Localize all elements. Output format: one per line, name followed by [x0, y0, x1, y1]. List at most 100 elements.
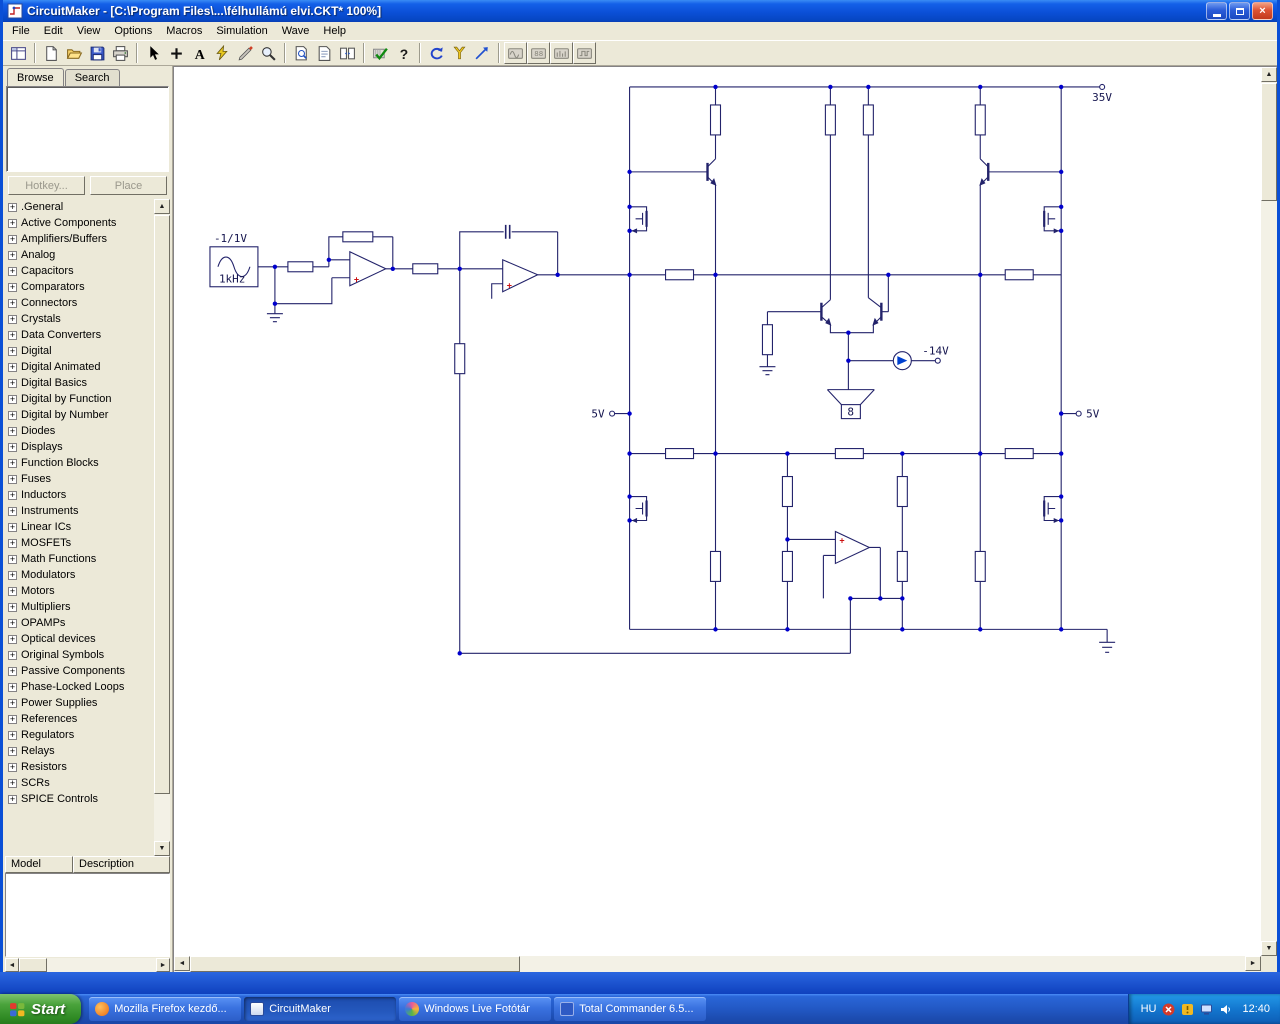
- expand-icon[interactable]: +: [8, 794, 17, 804]
- description-column-header[interactable]: Description: [73, 856, 170, 873]
- scroll-thumb[interactable]: [19, 958, 47, 972]
- tray-security-icon[interactable]: [1162, 1003, 1175, 1016]
- expand-icon[interactable]: +: [8, 698, 17, 708]
- tree-item[interactable]: + OPAMPs: [5, 615, 154, 631]
- menu-item[interactable]: Help: [316, 23, 353, 39]
- task-button[interactable]: Mozilla Firefox kezdő...: [89, 997, 242, 1021]
- scroll-up-button[interactable]: ▲: [1261, 67, 1277, 82]
- resistor[interactable]: [709, 550, 722, 582]
- tree-item[interactable]: + Digital: [5, 343, 154, 359]
- expand-icon[interactable]: +: [8, 666, 17, 676]
- menu-item[interactable]: View: [70, 23, 108, 39]
- open-file-button[interactable]: [63, 42, 86, 64]
- speaker[interactable]: 8: [840, 404, 861, 420]
- expand-icon[interactable]: +: [8, 762, 17, 772]
- resistor[interactable]: [896, 550, 908, 582]
- tree-item[interactable]: + Math Functions: [5, 551, 154, 567]
- tree-item[interactable]: + Fuses: [5, 471, 154, 487]
- resistor[interactable]: [781, 550, 793, 582]
- tree-item[interactable]: + Relays: [5, 743, 154, 759]
- schematic-canvas[interactable]: -1/1V 1kHz + + + 8 35V -14V 5V 5V ▲ ▼ ◄ …: [173, 66, 1277, 972]
- instrument-4-button[interactable]: [573, 42, 596, 64]
- model-column-header[interactable]: Model: [5, 856, 73, 873]
- tree-item[interactable]: + Connectors: [5, 295, 154, 311]
- terminal-neg14v[interactable]: [934, 357, 941, 364]
- resistor[interactable]: [974, 104, 986, 136]
- opamp-2[interactable]: +: [502, 258, 539, 293]
- resistor[interactable]: [342, 231, 374, 243]
- menu-item[interactable]: Edit: [37, 23, 70, 39]
- digital-simulation-button[interactable]: [369, 42, 392, 64]
- resistor[interactable]: [664, 448, 695, 460]
- tree-item[interactable]: + Analog: [5, 247, 154, 263]
- expand-icon[interactable]: +: [8, 746, 17, 756]
- tree-item[interactable]: + Digital by Number: [5, 407, 154, 423]
- tree-item[interactable]: + Digital by Function: [5, 391, 154, 407]
- zoom-tool-button[interactable]: [257, 42, 280, 64]
- tree-item[interactable]: + Linear ICs: [5, 519, 154, 535]
- expand-icon[interactable]: +: [8, 650, 17, 660]
- tree-scrollbar[interactable]: ▲ ▼: [154, 199, 170, 856]
- tree-item[interactable]: + Modulators: [5, 567, 154, 583]
- expand-icon[interactable]: +: [8, 490, 17, 500]
- expand-icon[interactable]: +: [8, 458, 17, 468]
- opamp-1[interactable]: +: [349, 250, 388, 287]
- resistor[interactable]: [862, 104, 874, 136]
- resistor[interactable]: [781, 475, 793, 508]
- wire-tool-button[interactable]: [211, 42, 234, 64]
- tree-item[interactable]: + Power Supplies: [5, 695, 154, 711]
- resistor[interactable]: [709, 104, 722, 136]
- close-button[interactable]: ×: [1252, 2, 1273, 20]
- terminal-35v[interactable]: [1099, 83, 1106, 91]
- place-button[interactable]: Place: [90, 176, 167, 195]
- tree-item[interactable]: + Digital Animated: [5, 359, 154, 375]
- tray-network-icon[interactable]: [1200, 1003, 1213, 1016]
- print-button[interactable]: [109, 42, 132, 64]
- expand-icon[interactable]: +: [8, 394, 17, 404]
- task-button[interactable]: Total Commander 6.5...: [554, 997, 707, 1021]
- start-button[interactable]: Start: [0, 994, 82, 1024]
- tree-item[interactable]: + Resistors: [5, 759, 154, 775]
- expand-icon[interactable]: +: [8, 298, 17, 308]
- tree-item[interactable]: + Function Blocks: [5, 455, 154, 471]
- expand-icon[interactable]: +: [8, 202, 17, 212]
- help-button[interactable]: ?: [392, 42, 415, 64]
- reset-button[interactable]: [425, 42, 448, 64]
- scroll-left-button[interactable]: ◄: [5, 958, 19, 972]
- task-button[interactable]: Windows Live Fotótár: [399, 997, 552, 1021]
- tree-item[interactable]: + Data Converters: [5, 327, 154, 343]
- tree-item[interactable]: + SCRs: [5, 775, 154, 791]
- tree-item[interactable]: + Optical devices: [5, 631, 154, 647]
- tray-volume-icon[interactable]: [1219, 1003, 1232, 1016]
- tree-item[interactable]: + Displays: [5, 439, 154, 455]
- restore-button[interactable]: [1229, 2, 1250, 20]
- resistor[interactable]: [761, 324, 773, 356]
- taskbar-clock[interactable]: 12:40: [1242, 1003, 1270, 1015]
- instrument-1-button[interactable]: [504, 42, 527, 64]
- expand-icon[interactable]: +: [8, 778, 17, 788]
- scroll-thumb[interactable]: [190, 956, 520, 972]
- tray-update-icon[interactable]: [1181, 1003, 1194, 1016]
- text-tool-button[interactable]: A: [188, 42, 211, 64]
- canvas-vscrollbar[interactable]: ▲ ▼: [1261, 67, 1277, 956]
- resistor[interactable]: [974, 550, 986, 582]
- run-button[interactable]: [471, 42, 494, 64]
- expand-icon[interactable]: +: [8, 602, 17, 612]
- minimize-button[interactable]: [1206, 2, 1227, 20]
- expand-icon[interactable]: +: [8, 378, 17, 388]
- tree-item[interactable]: + Motors: [5, 583, 154, 599]
- select-tool-button[interactable]: [142, 42, 165, 64]
- browse-panel-button[interactable]: [7, 42, 30, 64]
- expand-icon[interactable]: +: [8, 474, 17, 484]
- expand-icon[interactable]: +: [8, 506, 17, 516]
- tree-item[interactable]: + Phase-Locked Loops: [5, 679, 154, 695]
- expand-icon[interactable]: +: [8, 714, 17, 724]
- tree-item[interactable]: + Amplifiers/Buffers: [5, 231, 154, 247]
- terminal-5v-left[interactable]: [609, 410, 616, 417]
- task-button[interactable]: CircuitMaker: [244, 997, 397, 1021]
- terminal-5v-right[interactable]: [1075, 410, 1082, 417]
- tree-item[interactable]: + Regulators: [5, 727, 154, 743]
- resistor[interactable]: [834, 448, 864, 460]
- expand-icon[interactable]: +: [8, 410, 17, 420]
- expand-icon[interactable]: +: [8, 346, 17, 356]
